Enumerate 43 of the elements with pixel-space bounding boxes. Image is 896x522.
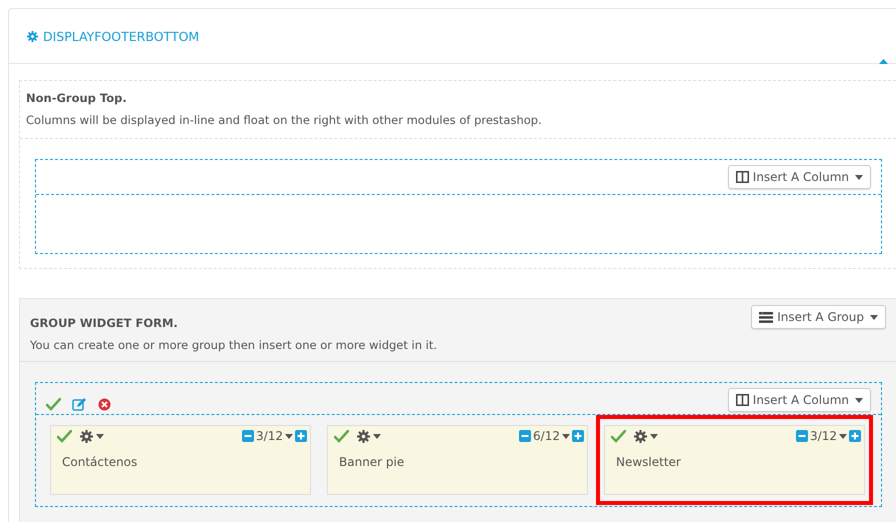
minus-icon[interactable] <box>796 430 808 442</box>
edit-icon[interactable] <box>72 398 87 410</box>
collapse-icon[interactable] <box>879 59 888 64</box>
caret-icon <box>650 434 658 438</box>
caret-icon <box>870 314 878 320</box>
columns-icon <box>736 171 749 183</box>
section-title: GROUP WIDGET FORM. <box>30 316 179 330</box>
section-description: Columns will be displayed in-line and float on the right with other modules of prestashop. <box>26 113 543 127</box>
plus-icon[interactable] <box>572 430 584 442</box>
widget-name: Contáctenos <box>61 454 138 471</box>
check-icon[interactable] <box>334 430 349 442</box>
section-title: Non-Group Top. <box>26 91 128 105</box>
caret-icon <box>855 174 863 180</box>
width-dropdown[interactable]: 6/12 <box>533 429 570 443</box>
caret-icon <box>373 434 381 438</box>
width-dropdown[interactable]: 3/12 <box>256 429 293 443</box>
list-icon <box>759 312 774 322</box>
settings-button[interactable] <box>80 430 104 442</box>
plus-icon[interactable] <box>295 430 307 442</box>
caret-icon <box>839 434 847 438</box>
minus-icon[interactable] <box>519 430 532 442</box>
caret-icon <box>285 434 293 438</box>
columns-icon <box>736 394 749 406</box>
insert-column-button[interactable]: Insert A Column <box>728 165 871 189</box>
widget-name: Newsletter <box>615 454 682 471</box>
settings-button[interactable] <box>357 430 381 442</box>
widget-name: Banner pie <box>338 454 406 471</box>
insert-column-button[interactable]: Insert A Column <box>728 388 871 412</box>
check-icon[interactable] <box>57 430 72 442</box>
panel-title: DISPLAYFOOTERBOTTOM <box>27 28 200 44</box>
gear-icon <box>27 30 38 42</box>
caret-icon <box>855 398 863 402</box>
check-icon[interactable] <box>46 398 61 410</box>
plus-icon[interactable] <box>849 430 861 442</box>
caret-icon <box>96 434 104 438</box>
check-icon[interactable] <box>611 430 626 442</box>
delete-icon[interactable] <box>98 398 111 410</box>
insert-group-button[interactable]: Insert A Group <box>751 305 886 329</box>
width-dropdown[interactable]: 3/12 <box>810 429 847 443</box>
settings-button[interactable] <box>634 430 658 442</box>
minus-icon[interactable] <box>242 430 254 442</box>
section-description: You can create one or more group then insert one or more widget in it. <box>30 338 438 352</box>
caret-icon <box>562 434 570 438</box>
